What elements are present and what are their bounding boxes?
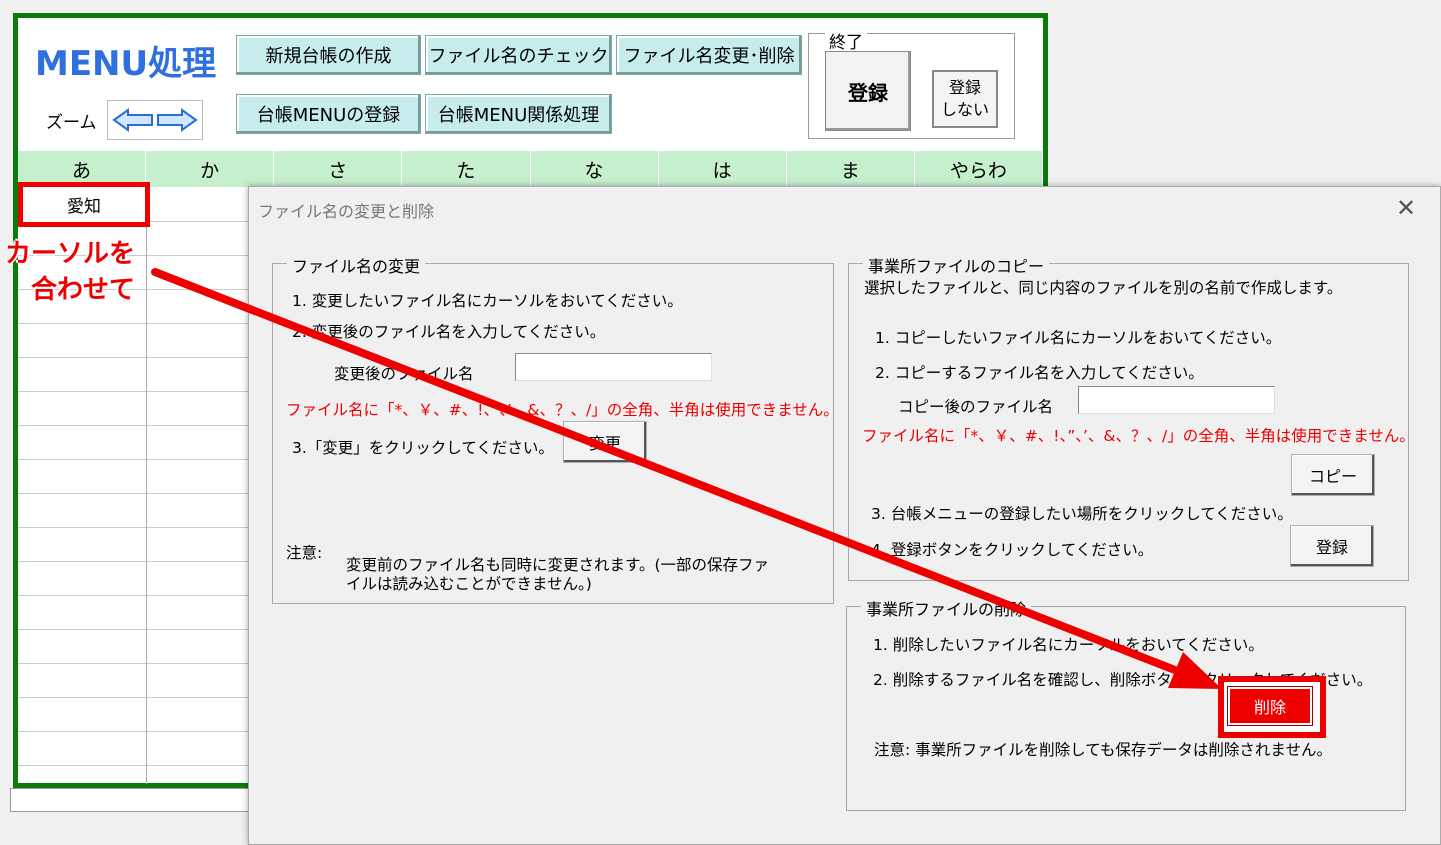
delete-button[interactable]: 削除 [1227, 686, 1313, 726]
cursor-annotation-line1: カーソルを [5, 239, 136, 269]
cursor-annotation-line2: 合わせて [31, 275, 136, 305]
cursor-annotation: カーソルを 合わせて [5, 236, 135, 308]
